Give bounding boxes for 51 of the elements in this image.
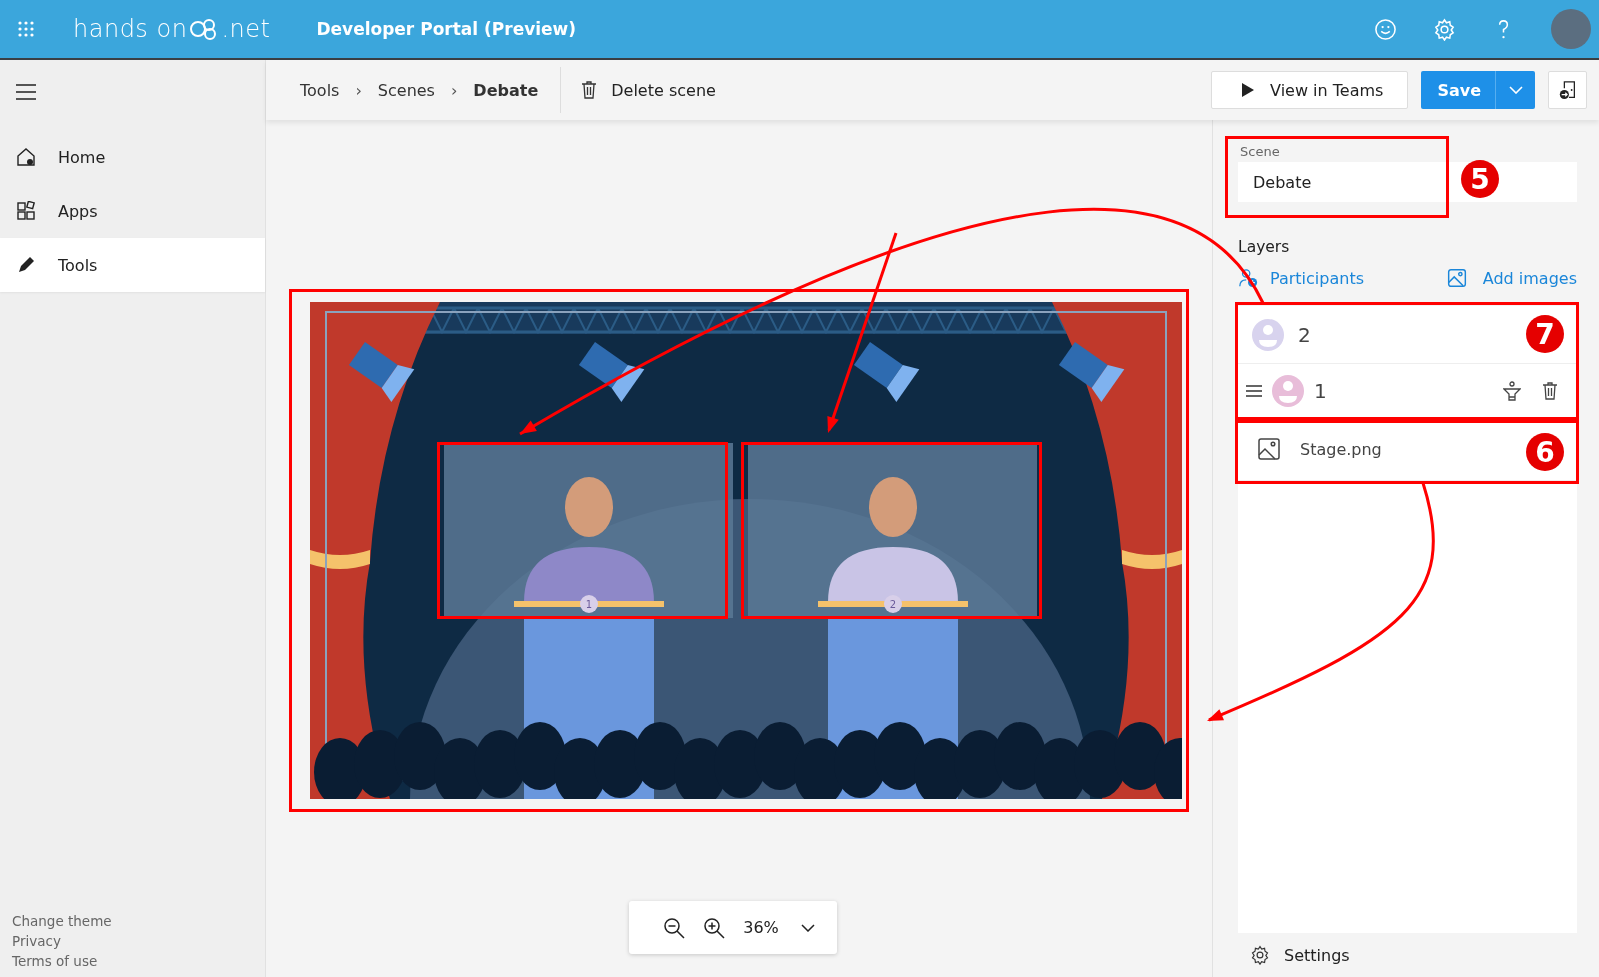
add-person-icon <box>1238 268 1258 288</box>
layer-name: Stage.png <box>1300 439 1382 459</box>
app-launcher-icon[interactable] <box>17 20 35 38</box>
send-backward-icon <box>1503 380 1521 401</box>
add-images-link[interactable]: Add images <box>1446 268 1577 288</box>
footer-link[interactable]: Privacy <box>12 933 265 949</box>
slot-number: 1 <box>585 599 593 610</box>
door-exit-icon <box>1557 80 1578 100</box>
nav-item[interactable]: Home <box>0 130 265 184</box>
chevron-down-icon[interactable] <box>800 923 815 932</box>
home-icon <box>16 147 36 167</box>
zoom-level[interactable]: 36% <box>743 918 779 937</box>
delete-scene-button[interactable]: Delete scene <box>579 80 716 100</box>
logo-text: hands on <box>73 15 188 43</box>
save-options-button[interactable] <box>1495 71 1535 109</box>
breadcrumb-link[interactable]: Tools <box>300 80 340 100</box>
layer-name: 2 <box>1298 322 1311 347</box>
zoom-out-icon[interactable] <box>663 916 686 939</box>
zoom-in-icon[interactable] <box>703 916 726 939</box>
slot-number: 2 <box>889 599 897 610</box>
breadcrumb-separator: › <box>355 80 362 100</box>
breadcrumb-link[interactable]: Debate <box>473 80 539 100</box>
nav-item[interactable]: Tools <box>0 238 265 292</box>
delete-icon <box>1541 380 1559 401</box>
layer-row[interactable]: 1 <box>1238 364 1577 418</box>
apps-icon <box>16 201 36 221</box>
image-icon <box>1446 268 1467 288</box>
section-title: Layers <box>1238 238 1291 256</box>
image-icon <box>1258 438 1280 460</box>
play-icon <box>1242 83 1255 97</box>
breadcrumb-link[interactable]: Scenes <box>377 80 435 100</box>
smiley-icon[interactable] <box>1374 17 1397 41</box>
pencil-icon <box>16 255 36 275</box>
footer-link[interactable]: Change theme <box>12 913 265 929</box>
field-label: Scene <box>1240 144 1281 159</box>
nav-item[interactable]: Apps <box>0 184 265 238</box>
chevron-down-icon <box>1508 86 1523 94</box>
settings-icon <box>1250 945 1270 965</box>
layer-name: 1 <box>1314 378 1327 403</box>
logo-text: .net <box>221 15 271 43</box>
add-participants-link[interactable]: Participants <box>1238 268 1364 288</box>
view-in-teams-button[interactable]: View in Teams <box>1211 71 1409 109</box>
exit-button[interactable] <box>1548 71 1587 109</box>
drag-handle-icon <box>1246 384 1262 397</box>
settings-button[interactable]: Settings <box>1238 945 1577 965</box>
portal-title: Developer Portal (Preview) <box>316 19 577 39</box>
breadcrumb-separator: › <box>450 80 458 100</box>
user-avatar[interactable] <box>1551 9 1591 49</box>
footer-link[interactable]: Terms of use <box>12 953 265 969</box>
menu-icon[interactable] <box>16 84 36 100</box>
settings-icon[interactable] <box>1433 17 1456 41</box>
